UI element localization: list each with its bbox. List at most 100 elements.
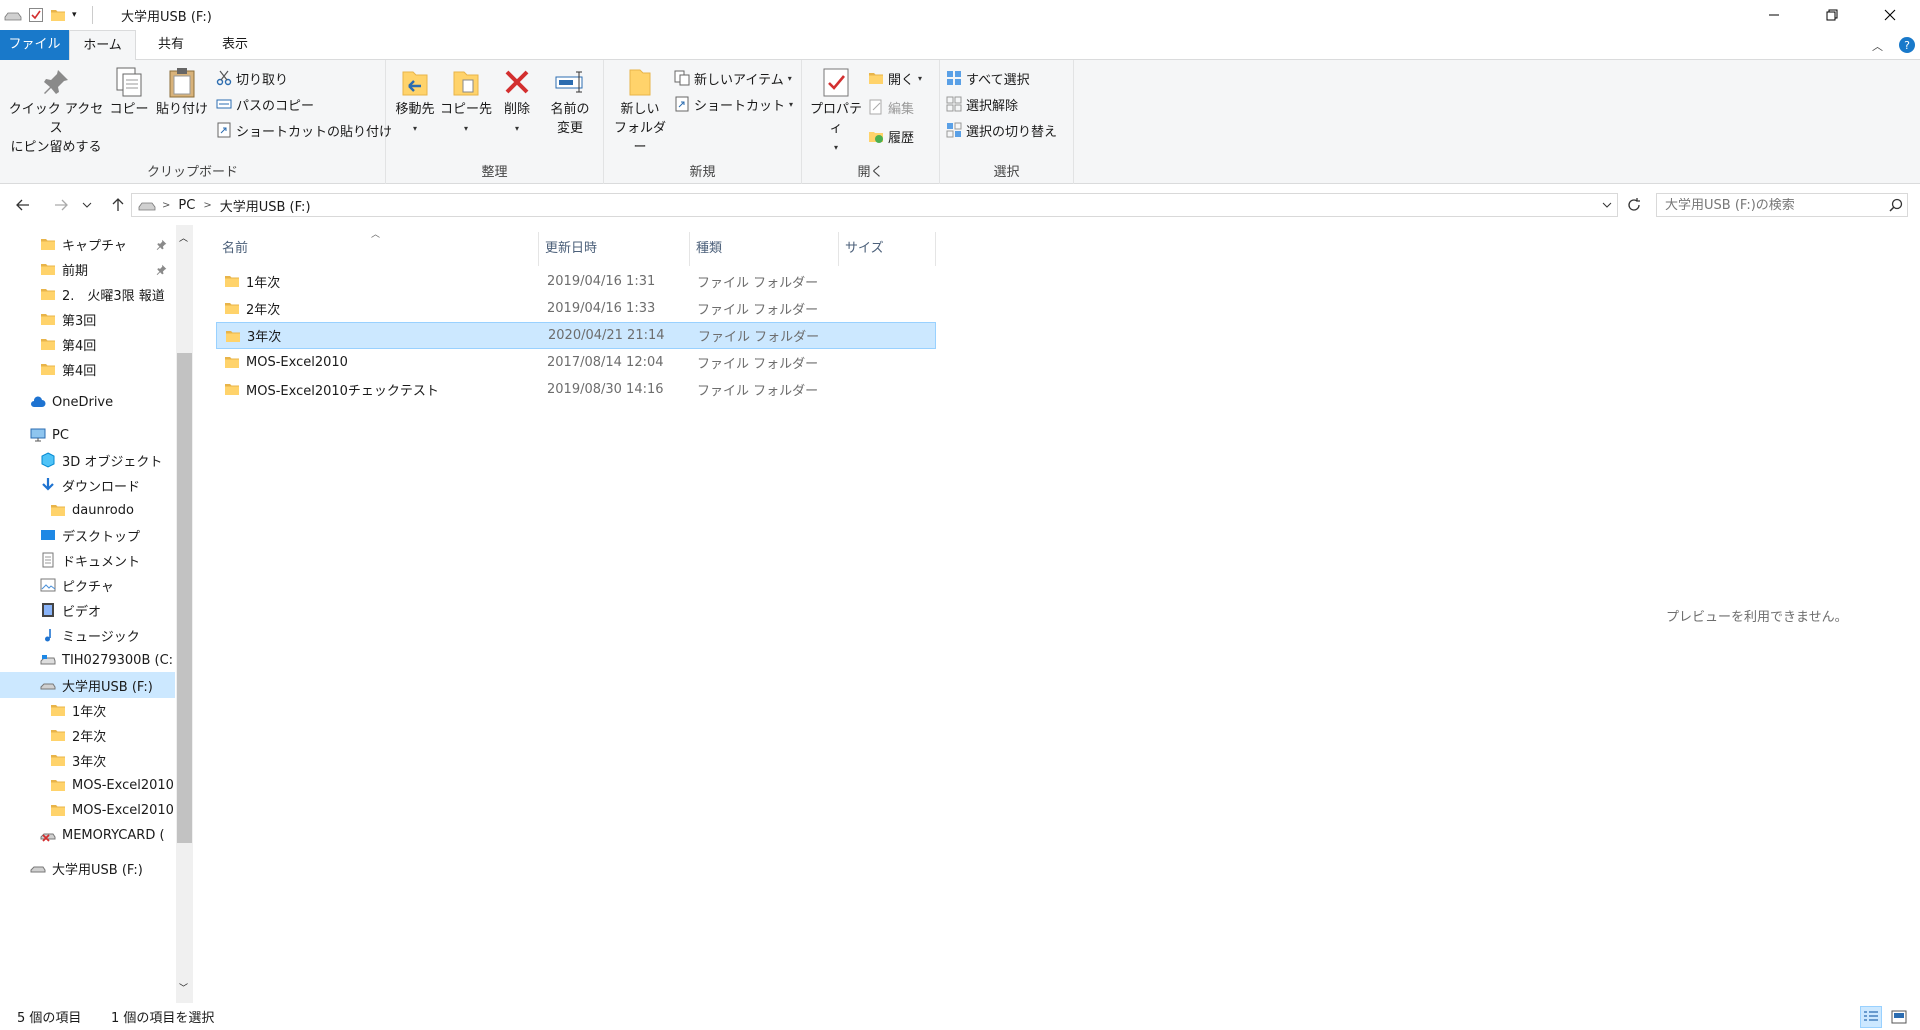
search-icon[interactable] [1889,198,1903,212]
search-box[interactable] [1656,193,1908,217]
nav-item-videos[interactable]: ビデオ [0,597,175,623]
nav-item-desktop[interactable]: デスクトップ [0,522,175,548]
file-row[interactable]: 1年次 2019/04/16 1:31 ファイル フォルダー [216,268,936,295]
column-name[interactable]: 名前 [216,232,539,266]
breadcrumb-usb[interactable]: 大学用USB (F:) [220,196,311,215]
tab-file[interactable]: ファイル [0,30,69,60]
nav-item-year-3[interactable]: 3年次 [0,747,175,773]
nav-item-capture[interactable]: キャプチャ [0,231,175,257]
paste-shortcut-button[interactable]: ショートカットの貼り付け [216,119,392,141]
title-bar: ▾ 大学用USB (F:) [0,0,1920,30]
copy-path-button[interactable]: パスのコピー [216,93,314,115]
restore-button[interactable] [1803,0,1861,30]
nav-item-f-drive[interactable]: 大学用USB (F:) [0,672,175,698]
address-history-dropdown[interactable] [1601,199,1613,211]
nav-item-year-1[interactable]: 1年次 [0,697,175,723]
tab-home[interactable]: ホーム [69,30,136,61]
recent-locations-button[interactable] [80,193,94,217]
tab-view[interactable]: 表示 [206,30,264,60]
refresh-button[interactable] [1622,193,1646,217]
move-to-button[interactable]: 移動先 ▾ [392,66,438,138]
delete-icon [505,70,529,94]
shortcut-button[interactable]: ショートカット ▾ [674,93,793,115]
minimize-button[interactable] [1745,0,1803,30]
address-row: > PC > 大学用USB (F:) [0,185,1920,225]
nav-item-music[interactable]: ミュージック [0,622,175,648]
select-none-button[interactable]: 選択解除 [946,93,1018,115]
open-button[interactable]: 開く ▾ [868,67,922,89]
nav-item-pictures[interactable]: ピクチャ [0,572,175,598]
search-input[interactable] [1665,197,1875,213]
copy-to-button[interactable]: コピー先 ▾ [440,66,492,138]
nav-scrollbar[interactable]: ︿ ﹀ [176,225,193,1003]
drive-icon [4,6,22,24]
file-row[interactable]: 2年次 2019/04/16 1:33 ファイル フォルダー [216,295,936,322]
breadcrumb-pc[interactable]: PC [178,198,195,213]
close-button[interactable] [1861,0,1919,30]
nav-item-mos-excel-check[interactable]: MOS-Excel2010 [0,797,175,823]
nav-item-f-drive-root[interactable]: 大学用USB (F:) [0,855,175,881]
new-group: 新しい フォルダー 新しいアイテム ▾ ショートカット ▾ 新規 [604,60,802,184]
nav-item-session-4[interactable]: 第4回 [0,331,175,357]
tab-share[interactable]: 共有 [140,30,202,60]
nav-item-3d-objects[interactable]: 3D オブジェクト [0,447,175,473]
folder-icon [40,261,56,277]
forward-button[interactable] [49,193,73,217]
nav-item-c-drive[interactable]: TIH0279300B (C: [0,647,175,673]
folder-icon [224,273,240,289]
scroll-down-icon[interactable]: ﹀ [179,981,188,994]
nav-item-documents[interactable]: ドキュメント [0,547,175,573]
large-icons-view-button[interactable] [1888,1006,1910,1028]
back-button[interactable] [11,193,35,217]
rename-button[interactable]: 名前の 変更 [542,66,598,138]
column-type[interactable]: 種類 [690,232,839,266]
properties-icon [823,68,849,97]
details-view-button[interactable] [1860,1006,1882,1028]
nav-item-downloads[interactable]: ダウンロード [0,472,175,498]
invert-selection-button[interactable]: 選択の切り替え [946,119,1057,141]
properties-quick-icon[interactable] [28,6,44,24]
customize-quick-access-icon[interactable]: ▾ [72,6,77,24]
file-row[interactable]: MOS-Excel2010 2017/08/14 12:04 ファイル フォルダ… [216,349,936,376]
desktop-icon [41,530,55,540]
document-icon [42,552,54,568]
new-folder-quick-icon[interactable] [50,6,66,24]
nav-item-mos-excel[interactable]: MOS-Excel2010 [0,772,175,798]
scroll-up-icon[interactable]: ︿ [179,231,188,244]
nav-item-session-4b[interactable]: 第4回 [0,356,175,382]
nav-item-daunrodo[interactable]: daunrodo [0,497,175,523]
nav-item-memorycard[interactable]: MEMORYCARD ( [0,822,175,848]
help-icon[interactable]: ? [1898,36,1916,54]
chevron-right-icon[interactable]: > [203,200,211,211]
file-row-selected[interactable]: 3年次 2020/04/21 21:14 ファイル フォルダー [216,322,936,349]
address-bar[interactable]: > PC > 大学用USB (F:) [131,193,1618,217]
chevron-right-icon[interactable]: > [162,200,170,211]
nav-scrollbar-thumb[interactable] [177,353,192,843]
select-all-button[interactable]: すべて選択 [946,67,1030,89]
folder-icon [225,328,241,344]
cloud-icon [31,396,46,407]
copy-path-icon [216,99,232,109]
collapse-ribbon-icon[interactable]: ︿ [1872,38,1883,54]
nav-item-first-semester[interactable]: 前期 [0,256,175,282]
new-folder-button[interactable]: 新しい フォルダー [610,66,670,157]
nav-item-session-3[interactable]: 第3回 [0,306,175,332]
history-button[interactable]: 履歴 [868,125,914,147]
file-row[interactable]: MOS-Excel2010チェックテスト 2019/08/30 14:16 ファ… [216,376,936,403]
new-item-button[interactable]: 新しいアイテム ▾ [674,67,792,89]
nav-item-onedrive[interactable]: OneDrive [0,389,175,415]
copy-button[interactable]: コピー [108,66,150,119]
edit-button[interactable]: 編集 [868,96,914,118]
up-button[interactable] [106,193,130,217]
paste-button[interactable]: 貼り付け [155,66,209,119]
properties-button[interactable]: プロパティ ▾ [806,66,866,157]
nav-item-tuesday-class[interactable]: 2. 火曜3限 報道 [0,281,175,307]
pin-quick-access-button[interactable]: クイック アクセス にピン留めする [6,66,106,157]
delete-button[interactable]: 削除 ▾ [496,66,538,138]
nav-item-pc[interactable]: PC [0,422,175,448]
cut-button[interactable]: 切り取り [216,67,288,89]
file-list: ︿ 名前 更新日時 種類 サイズ 1年次 2019/04/16 1:31 ファイ… [216,225,936,1003]
column-size[interactable]: サイズ [839,232,936,266]
nav-item-year-2[interactable]: 2年次 [0,722,175,748]
column-date-modified[interactable]: 更新日時 [539,232,690,266]
